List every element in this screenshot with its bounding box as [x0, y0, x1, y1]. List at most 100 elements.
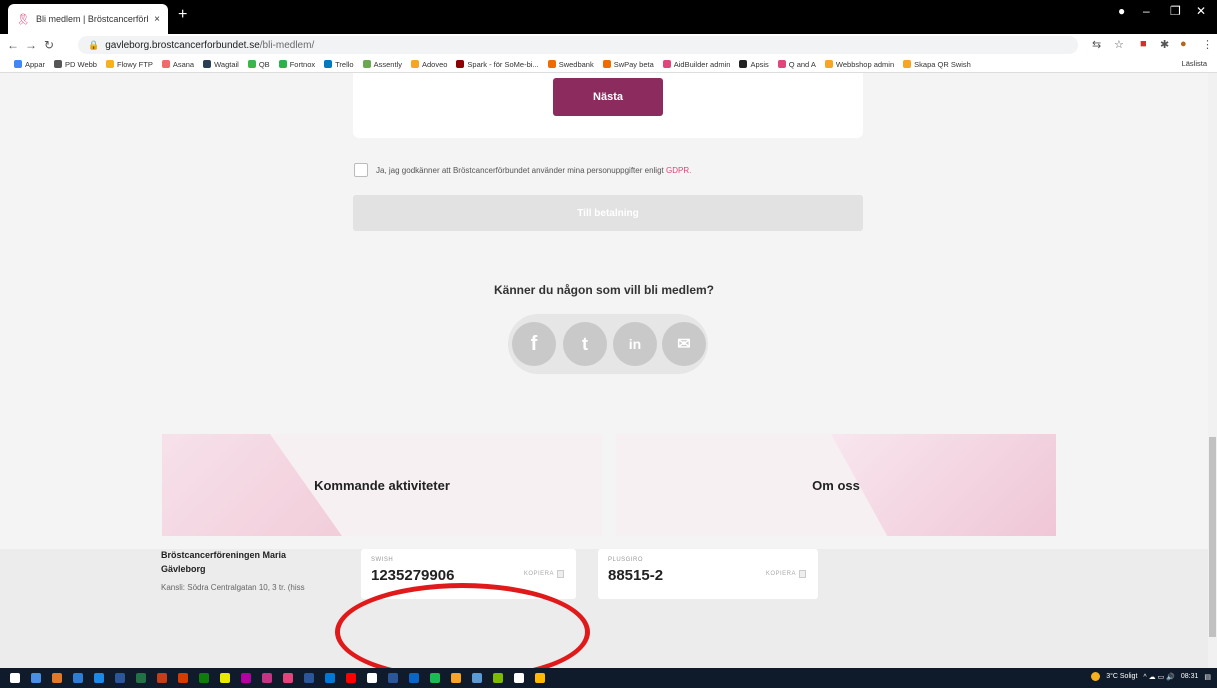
taskbar-app-icon[interactable] [157, 673, 167, 683]
bookmark-favicon-icon [362, 60, 371, 68]
taskbar-app-icon[interactable] [115, 673, 125, 683]
extensions-icon[interactable]: ✱ [1160, 38, 1169, 51]
taskbar-app-icon[interactable] [31, 673, 41, 683]
browser-tab[interactable]: 🎗 Bli medlem | Bröstcancerförbund × [8, 4, 168, 34]
consent-label: Ja, jag godkänner att Bröstcancerförbund… [376, 165, 664, 175]
plusgiro-copy-label: KOPIERA [765, 571, 796, 577]
forward-icon[interactable]: → [22, 38, 40, 52]
next-button[interactable]: Nästa [553, 78, 663, 116]
bookmark-label: Trello [335, 59, 354, 69]
scrollbar[interactable] [1208, 73, 1217, 668]
reading-list-button[interactable]: Läslista [1182, 59, 1207, 68]
bookmark-item[interactable]: AidBuilder admin [662, 60, 730, 69]
bookmark-favicon-icon [777, 60, 786, 68]
windows-taskbar: 3°C Soligt ^ ☁ ▭ 🔊 08:31 ▤ [0, 668, 1217, 688]
close-window-icon[interactable]: ✕ [1196, 4, 1206, 18]
new-tab-button[interactable]: + [178, 6, 187, 24]
bookmark-star-icon[interactable]: ☆ [1114, 38, 1124, 51]
notification-icon[interactable]: ▤ [1204, 673, 1211, 681]
bookmark-item[interactable]: Fortnox [278, 60, 315, 69]
taskbar-app-icon[interactable] [493, 673, 503, 683]
email-icon[interactable]: ✉ [662, 322, 706, 366]
bookmark-item[interactable]: Adoveo [410, 60, 447, 69]
taskbar-app-icon[interactable] [430, 673, 440, 683]
taskbar-app-icon[interactable] [514, 673, 524, 683]
bookmark-item[interactable]: SwPay beta [602, 60, 654, 69]
taskbar-app-icon[interactable] [346, 673, 356, 683]
taskbar-app-icon[interactable] [136, 673, 146, 683]
taskbar-app-icon[interactable] [220, 673, 230, 683]
taskbar-app-icon[interactable] [94, 673, 104, 683]
taskbar-app-icon[interactable] [535, 673, 545, 683]
tray-icons[interactable]: ^ ☁ ▭ 🔊 [1143, 673, 1174, 681]
menu-icon[interactable]: ⋮ [1202, 38, 1213, 51]
swish-label: SWISH [371, 557, 394, 563]
to-payment-button[interactable]: Till betalning [353, 195, 863, 231]
bookmark-item[interactable]: Skapa QR Swish [903, 60, 971, 69]
bookmark-favicon-icon [161, 60, 170, 68]
minimize-icon[interactable]: – [1143, 4, 1150, 18]
weather-text: 3°C Soligt [1106, 673, 1138, 680]
taskbar-app-icon[interactable] [472, 673, 482, 683]
pdf-extension-icon[interactable]: ■ [1140, 38, 1147, 50]
taskbar-app-icon[interactable] [304, 673, 314, 683]
taskbar-app-icon[interactable] [409, 673, 419, 683]
share-heading: Känner du någon som vill bli medlem? [493, 283, 715, 297]
consent-checkbox[interactable] [354, 163, 368, 177]
taskbar-app-icon[interactable] [199, 673, 209, 683]
bookmark-item[interactable]: Swedbank [547, 59, 594, 69]
bookmark-item[interactable]: Flowy FTP [105, 60, 153, 69]
bookmark-item[interactable]: Trello [324, 59, 354, 69]
bookmark-item[interactable]: Spark - för SoMe-bi... [456, 60, 539, 69]
about-us-card[interactable]: Om oss [616, 434, 1056, 536]
bookmark-item[interactable]: QB [247, 60, 270, 69]
organization-address: Kansli: Södra Centralgatan 10, 3 tr. (hi… [161, 583, 305, 592]
bookmark-label: Webbshop admin [835, 59, 895, 69]
gdpr-link[interactable]: GDPR. [666, 166, 691, 175]
tab-close-icon[interactable]: × [154, 14, 160, 25]
scrollbar-thumb[interactable] [1209, 437, 1216, 637]
taskbar-app-icon[interactable] [283, 673, 293, 683]
url-field[interactable]: 🔒 gavleborg.brostcancerforbundet.se /bli… [78, 36, 1078, 54]
taskbar-app-icon[interactable] [241, 673, 251, 683]
twitter-icon[interactable]: t [563, 322, 607, 366]
bookmark-item[interactable]: Assently [362, 60, 402, 69]
profile-icon[interactable]: ● [1118, 4, 1125, 18]
linkedin-icon[interactable]: in [613, 322, 657, 366]
swish-copy-button[interactable]: KOPIERA [524, 570, 564, 578]
bookmark-item[interactable]: PD Webb [54, 60, 97, 69]
bookmark-item[interactable]: Appar [14, 60, 45, 69]
back-icon[interactable]: ← [4, 38, 22, 52]
bookmark-label: Apsis [750, 59, 769, 69]
bookmark-item[interactable]: Webbshop admin [824, 59, 895, 69]
taskbar-app-icon[interactable] [325, 673, 335, 683]
reload-icon[interactable]: ↻ [40, 38, 58, 52]
taskbar-app-icon[interactable] [262, 673, 272, 683]
bookmark-label: Swedbank [558, 59, 594, 69]
bookmark-favicon-icon [602, 60, 611, 68]
swish-number: 1235279906 [371, 567, 455, 584]
bookmark-item[interactable]: Asana [161, 60, 194, 69]
bookmark-item[interactable]: Wagtail [203, 60, 239, 69]
taskbar-app-icon[interactable] [367, 673, 377, 683]
swish-card: SWISH 1235279906 KOPIERA [361, 549, 576, 599]
upcoming-activities-card[interactable]: Kommande aktiviteter [162, 434, 602, 536]
translate-icon[interactable]: ⇆ [1092, 38, 1101, 51]
taskbar-app-icon[interactable] [73, 673, 83, 683]
address-bar-row: ← → ↻ 🔒 gavleborg.brostcancerforbundet.s… [0, 34, 1217, 56]
windows-start-icon[interactable] [10, 673, 20, 683]
bookmark-label: Q and A [788, 59, 816, 69]
maximize-icon[interactable]: ❐ [1170, 4, 1181, 18]
bookmark-item[interactable]: Apsis [739, 59, 769, 69]
facebook-icon[interactable]: f [512, 322, 556, 366]
taskbar-app-icon[interactable] [52, 673, 62, 683]
upcoming-activities-title: Kommande aktiviteter [314, 477, 450, 493]
taskbar-app-icon[interactable] [388, 673, 398, 683]
bookmark-item[interactable]: Q and A [777, 59, 816, 69]
taskbar-app-icon[interactable] [451, 673, 461, 683]
bookmark-label: Appar [25, 59, 46, 69]
plusgiro-copy-button[interactable]: KOPIERA [766, 570, 806, 578]
taskbar-app-icon[interactable] [178, 673, 188, 683]
avatar[interactable]: ● [1180, 38, 1187, 50]
plusgiro-number: 88515-2 [608, 567, 664, 584]
